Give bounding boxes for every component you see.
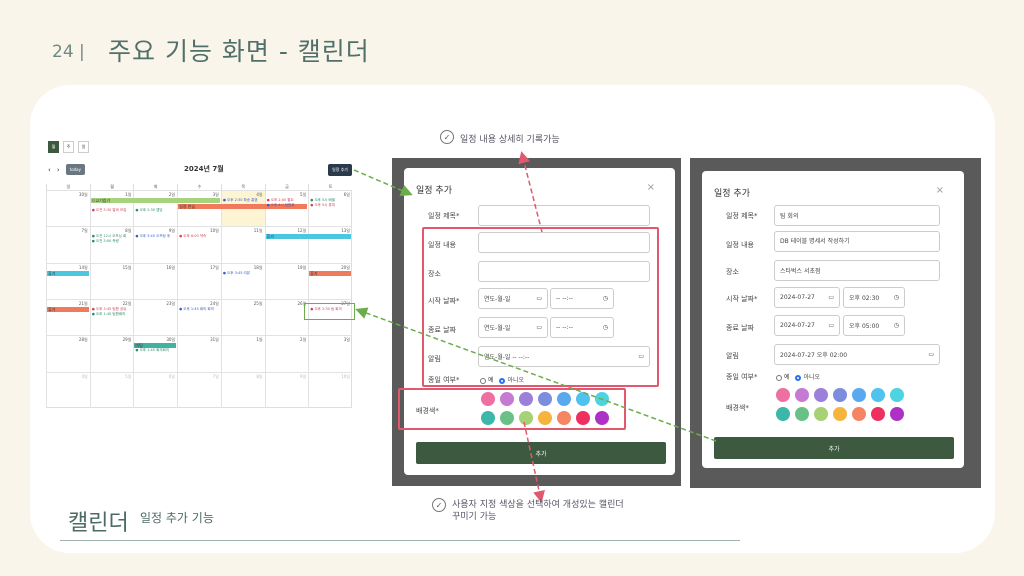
arrow-palette-to-note xyxy=(523,421,545,503)
annotation-top: ✓ 일정 내용 상세히 기록가능 xyxy=(440,130,560,145)
annotation-arrows xyxy=(353,151,717,503)
annotation-bottom: ✓ 사용자 지정 색상을 선택하여 개성있는 캘린더 꾸미기 가능 xyxy=(432,498,624,523)
check-circle-icon: ✓ xyxy=(440,130,454,144)
arrow-add-button-to-modal xyxy=(353,169,413,196)
arrow-submit-to-event xyxy=(355,307,717,442)
footer-divider xyxy=(60,540,740,541)
arrow-fields-to-note xyxy=(518,151,543,233)
footer-caption-subtitle: 일정 추가 기능 xyxy=(140,511,214,525)
check-circle-icon: ✓ xyxy=(432,498,446,512)
footer-caption-title: 캘린더 xyxy=(68,511,129,536)
